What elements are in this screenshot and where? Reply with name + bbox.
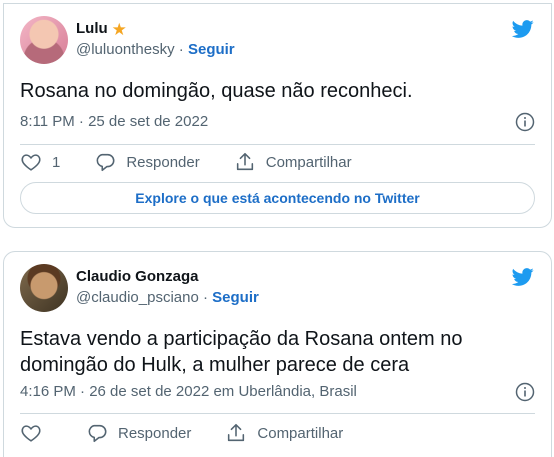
share-button[interactable]: Compartilhar	[234, 151, 352, 173]
reply-button[interactable]: Responder	[94, 151, 200, 173]
tweet-card: Claudio Gonzaga @claudio_psciano · Segui…	[3, 251, 552, 457]
heart-icon	[21, 425, 41, 442]
separator: ·	[178, 41, 184, 58]
explore-twitter-button[interactable]: Explore o que está acontecendo no Twitte…	[20, 182, 535, 214]
author-info: Lulu ★ @luluonthesky · Seguir	[76, 19, 235, 60]
avatar[interactable]	[20, 16, 68, 64]
tweet-text: Estava vendo a participação da Rosana on…	[20, 328, 463, 376]
tweet-header: Lulu ★ @luluonthesky · Seguir	[20, 16, 535, 64]
user-handle[interactable]: @claudio_psciano	[76, 289, 199, 306]
twitter-bird-icon[interactable]	[511, 266, 535, 288]
like-button[interactable]	[20, 422, 52, 444]
share-label: Compartilhar	[257, 424, 344, 442]
like-count: 1	[52, 153, 61, 171]
author-info: Claudio Gonzaga @claudio_psciano · Segui…	[76, 267, 259, 308]
action-bar: 1 Responder Compartilhar	[20, 150, 535, 174]
share-icon	[236, 152, 253, 171]
tweet-timestamp[interactable]: 8:11 PM · 25 de set de 2022	[20, 112, 208, 132]
reply-icon	[96, 153, 115, 172]
reply-label: Responder	[126, 153, 200, 171]
reply-icon	[88, 424, 107, 443]
divider	[20, 413, 535, 414]
display-name[interactable]: Claudio Gonzaga	[76, 267, 199, 287]
divider	[20, 144, 535, 145]
display-name[interactable]: Lulu ★	[76, 19, 127, 39]
action-bar: Responder Compartilhar	[20, 421, 535, 445]
reply-button[interactable]: Responder	[86, 422, 191, 444]
tweet-card: Lulu ★ @luluonthesky · Seguir Rosana no …	[3, 3, 552, 228]
separator: ·	[202, 289, 208, 306]
tweet-text: Rosana no domingão, quase não reconheci.	[20, 80, 413, 102]
twitter-bird-icon[interactable]	[511, 18, 535, 40]
handle-line: @claudio_psciano · Seguir	[76, 288, 259, 308]
heart-icon	[21, 154, 41, 171]
handle-line: @luluonthesky · Seguir	[76, 40, 235, 60]
follow-button[interactable]: Seguir	[188, 41, 235, 58]
display-name-text[interactable]: Claudio Gonzaga	[76, 267, 199, 287]
share-button[interactable]: Compartilhar	[225, 422, 343, 444]
like-button[interactable]: 1	[20, 151, 60, 173]
reply-label: Responder	[118, 424, 192, 442]
share-label: Compartilhar	[265, 153, 352, 171]
follow-button[interactable]: Seguir	[212, 289, 259, 306]
user-handle[interactable]: @luluonthesky	[76, 41, 175, 58]
avatar[interactable]	[20, 264, 68, 312]
info-icon[interactable]	[515, 112, 535, 132]
star-icon: ★	[111, 19, 127, 39]
tweet-header: Claudio Gonzaga @claudio_psciano · Segui…	[20, 264, 535, 312]
share-icon	[228, 423, 245, 442]
display-name-text[interactable]: Lulu	[76, 19, 108, 39]
tweet-timestamp[interactable]: 4:16 PM · 26 de set de 2022 em Uberlândi…	[20, 382, 357, 402]
info-icon[interactable]	[515, 382, 535, 402]
